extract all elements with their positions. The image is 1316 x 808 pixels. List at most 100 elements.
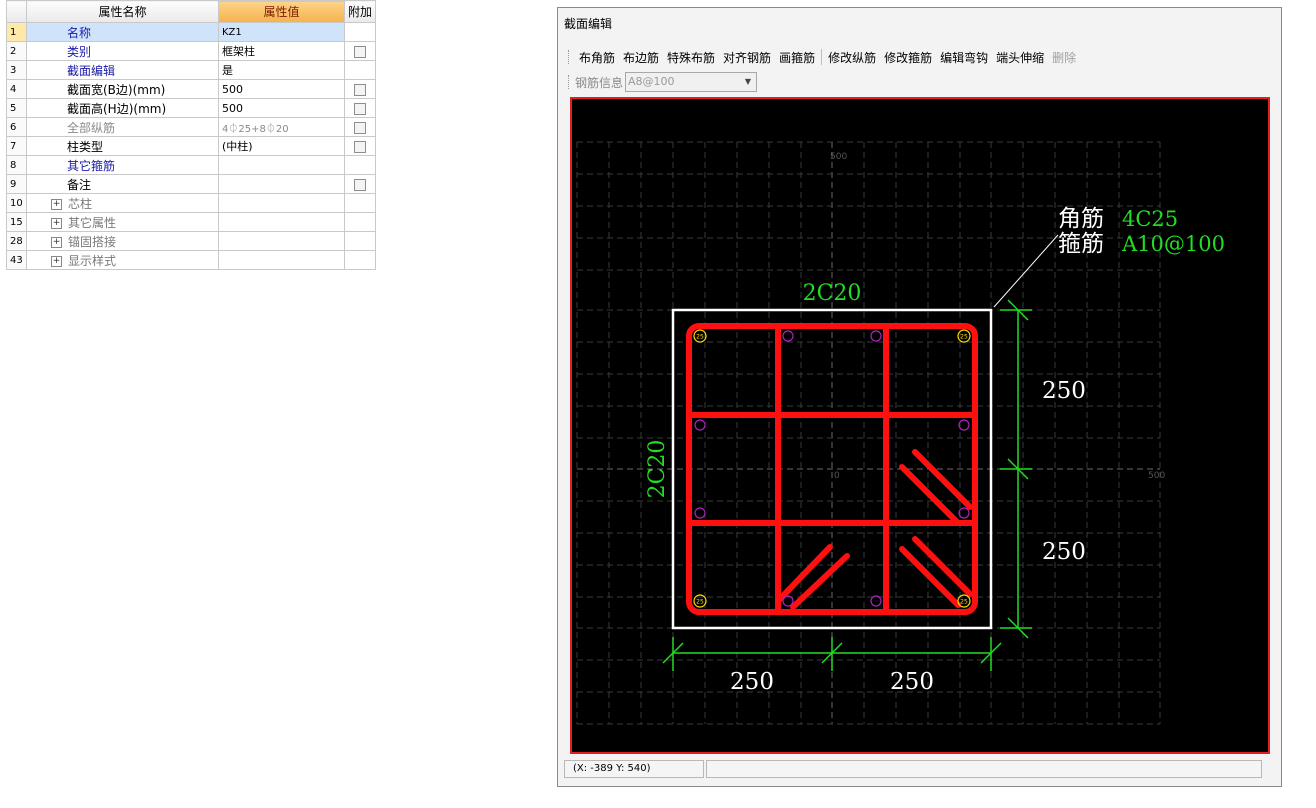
status-bar: (X: -389 Y: 540) (564, 760, 1276, 782)
expand-plus-icon[interactable]: + (51, 198, 62, 210)
property-row[interactable]: 43 + 显示样式 (6, 250, 376, 270)
row-number: 28 (6, 231, 27, 251)
property-value[interactable] (218, 155, 345, 175)
property-row[interactable]: 7 柱类型 (中柱) (6, 136, 376, 156)
extra-checkbox[interactable] (354, 45, 366, 58)
extra-checkbox[interactable] (354, 83, 366, 96)
extra-cell (344, 136, 376, 156)
property-value[interactable] (218, 193, 345, 213)
property-row[interactable]: 15 + 其它属性 (6, 212, 376, 232)
toolbar-button[interactable]: 画箍筋 (775, 49, 819, 66)
extra-checkbox[interactable] (354, 178, 366, 191)
property-name[interactable]: 截面宽(B边)(mm) (26, 79, 219, 99)
window-title: 截面编辑 (564, 17, 613, 31)
property-name[interactable]: 备注 (26, 174, 219, 194)
property-row[interactable]: 4 截面宽(B边)(mm) 500 (6, 79, 376, 99)
property-name[interactable]: 截面高(H边)(mm) (26, 98, 219, 118)
property-value[interactable] (218, 231, 345, 251)
toolbar-button[interactable]: 对齐钢筋 (719, 49, 775, 66)
toolbar-button[interactable]: 修改纵筋 (824, 49, 880, 66)
stirrup-hook[interactable] (899, 464, 961, 526)
dimension-right[interactable] (1000, 299, 1032, 639)
toolbar-button[interactable]: 端头伸缩 (992, 49, 1048, 66)
property-name-text: 全部纵筋 (67, 120, 116, 135)
row-number: 7 (6, 136, 27, 156)
row-number: 8 (6, 155, 27, 175)
property-value[interactable] (218, 212, 345, 232)
property-name[interactable]: 名称 (26, 22, 219, 42)
property-value[interactable]: (中柱) (218, 136, 345, 156)
dim-right-top-label: 250 (1042, 378, 1086, 404)
property-name-text: 备注 (67, 177, 92, 192)
toolbar-grip[interactable] (568, 75, 571, 89)
toolbar-button[interactable]: 布边筋 (619, 49, 663, 66)
corner-bar-mark: 25 (960, 334, 968, 341)
toolbar-button[interactable]: 修改箍筋 (880, 49, 936, 66)
property-row[interactable]: 5 截面高(H边)(mm) 500 (6, 98, 376, 118)
property-row[interactable]: 6 全部纵筋 4⏀25+8⏀20 (6, 117, 376, 137)
property-name-text: 锚固搭接 (68, 234, 117, 249)
toolbar-button[interactable]: 特殊布筋 (663, 49, 719, 66)
value-column-header[interactable]: 属性值 (218, 0, 345, 23)
property-name[interactable]: 全部纵筋 (26, 117, 219, 137)
property-value[interactable]: 是 (218, 60, 345, 80)
property-row[interactable]: 28 + 锚固搭接 (6, 231, 376, 251)
property-row[interactable]: 1 名称 KZ1 (6, 22, 376, 42)
extra-checkbox[interactable] (354, 121, 366, 134)
extra-cell (344, 60, 376, 80)
expand-plus-icon[interactable]: + (51, 236, 62, 248)
property-row[interactable]: 8 其它箍筋 (6, 155, 376, 175)
grid-label-right: 500 (1148, 471, 1165, 481)
grid-label-center: 0 (834, 471, 840, 481)
expand-plus-icon[interactable]: + (51, 217, 62, 229)
property-name[interactable]: 柱类型 (26, 136, 219, 156)
side-bar[interactable] (870, 595, 882, 607)
property-name[interactable]: + 显示样式 (26, 250, 219, 270)
dimension-bottom[interactable] (662, 637, 1002, 671)
side-bar[interactable] (694, 419, 706, 431)
toolbar-separator (821, 49, 823, 65)
property-name[interactable]: 类别 (26, 41, 219, 61)
property-grid-header: 属性名称 属性值 附加 (6, 0, 376, 23)
property-row[interactable]: 10 + 芯柱 (6, 193, 376, 213)
extra-checkbox[interactable] (354, 140, 366, 153)
property-value[interactable]: 500 (218, 79, 345, 99)
stirrup-hook[interactable] (912, 449, 973, 510)
property-value[interactable]: 500 (218, 98, 345, 118)
row-number-header (6, 0, 27, 23)
property-value[interactable]: KZ1 (218, 22, 345, 42)
side-bar[interactable] (782, 330, 794, 342)
property-row[interactable]: 9 备注 (6, 174, 376, 194)
drawing-canvas[interactable]: 500 0 500 25 25 25 25 角筋 4C25 箍筋 A10@100… (570, 97, 1270, 754)
rebar-info-select[interactable]: A8@100 ▼ (625, 72, 758, 92)
property-name[interactable]: 其它箍筋 (26, 155, 219, 175)
chevron-down-icon[interactable]: ▼ (745, 73, 751, 91)
side-bar[interactable] (694, 507, 706, 519)
side-bar[interactable] (870, 330, 882, 342)
property-name[interactable]: 截面编辑 (26, 60, 219, 80)
expand-plus-icon[interactable]: + (51, 255, 62, 267)
property-name[interactable]: + 芯柱 (26, 193, 219, 213)
toolbar-button[interactable]: 布角筋 (575, 49, 619, 66)
property-value[interactable]: 4⏀25+8⏀20 (218, 117, 345, 137)
toolbar-button[interactable]: 删除 (1048, 49, 1080, 66)
property-row[interactable]: 2 类别 框架柱 (6, 41, 376, 61)
property-name[interactable]: + 其它属性 (26, 212, 219, 232)
property-row[interactable]: 3 截面编辑 是 (6, 60, 376, 80)
property-value[interactable]: 框架柱 (218, 41, 345, 61)
rebar-info-value: A8@100 (628, 75, 675, 88)
property-value[interactable] (218, 174, 345, 194)
property-name-text: 截面宽(B边)(mm) (67, 82, 166, 97)
toolbar-grip[interactable] (568, 50, 571, 64)
name-column-header[interactable]: 属性名称 (26, 0, 219, 23)
property-name-text: 其它属性 (68, 215, 117, 230)
dim-bottom-left-label: 250 (730, 669, 774, 695)
property-value[interactable] (218, 250, 345, 270)
toolbar-button[interactable]: 编辑弯钩 (936, 49, 992, 66)
section-drawing[interactable]: 500 0 500 25 25 25 25 角筋 4C25 箍筋 A10@100… (572, 99, 1268, 752)
extra-cell (344, 22, 376, 42)
extra-cell (344, 212, 376, 232)
extra-column-header[interactable]: 附加 (344, 0, 376, 23)
property-name[interactable]: + 锚固搭接 (26, 231, 219, 251)
extra-checkbox[interactable] (354, 102, 366, 115)
